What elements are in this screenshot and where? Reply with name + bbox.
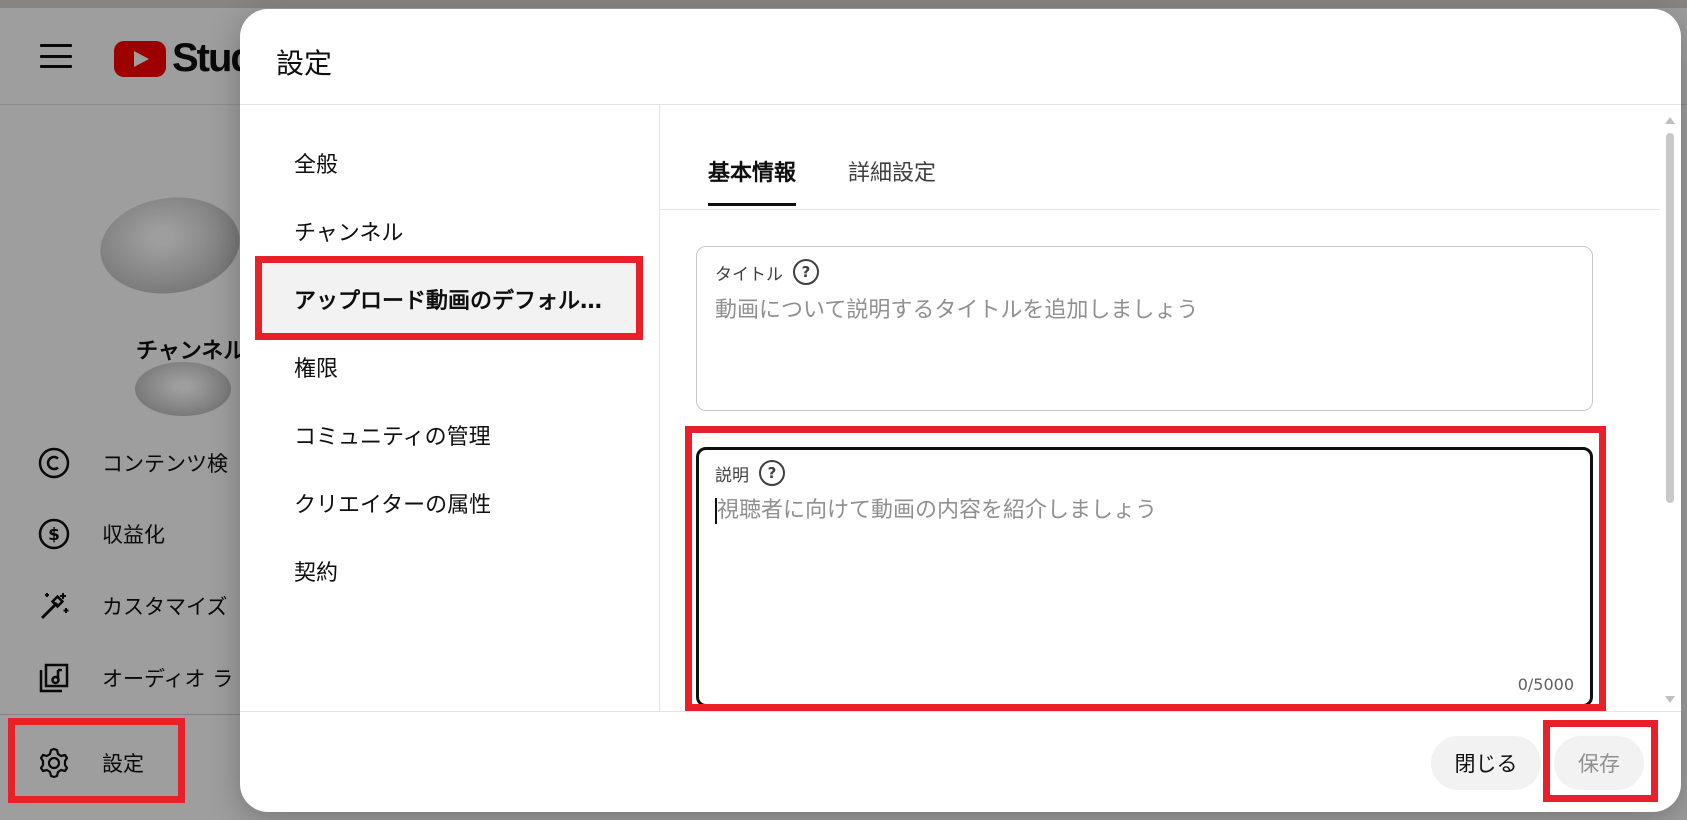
nav-item-community[interactable]: コミュニティの管理 <box>258 399 644 471</box>
nav-item-general[interactable]: 全般 <box>258 127 644 199</box>
nav-item-agreements[interactable]: 契約 <box>258 535 644 607</box>
settings-nav: 全般 チャンネル アップロード動画のデフォル… 権限 コミュニティの管理 クリエ… <box>240 105 660 711</box>
title-field-label: タイトル <box>715 264 783 285</box>
nav-item-channel[interactable]: チャンネル <box>258 195 644 267</box>
tab-bar: 基本情報 詳細設定 <box>660 105 1660 210</box>
settings-content: 基本情報 詳細設定 タイトル ? 動画について説明するタイトルを追加しましょう … <box>660 105 1660 711</box>
dialog-footer: 閉じる 保存 <box>240 711 1681 812</box>
help-icon[interactable]: ? <box>759 460 785 486</box>
scroll-up-arrow-icon[interactable] <box>1665 117 1675 124</box>
settings-dialog: 設定 全般 チャンネル アップロード動画のデフォル… 権限 コミュニティの管理 … <box>240 9 1681 812</box>
close-button[interactable]: 閉じる <box>1431 736 1541 790</box>
description-field-label-group: 説明 ? <box>715 460 785 486</box>
description-field-placeholder: 視聴者に向けて動画の内容を紹介しましょう <box>717 498 1158 523</box>
description-field-label: 説明 <box>715 465 749 486</box>
description-field-placeholder-row: 視聴者に向けて動画の内容を紹介しましょう <box>715 492 1157 524</box>
tab-advanced-settings[interactable]: 詳細設定 <box>848 155 936 203</box>
dialog-title: 設定 <box>276 47 333 80</box>
scroll-down-arrow-icon[interactable] <box>1665 696 1675 703</box>
tab-basic-info[interactable]: 基本情報 <box>708 155 797 206</box>
help-icon[interactable]: ? <box>793 259 819 285</box>
save-button[interactable]: 保存 <box>1554 736 1644 790</box>
scroll-thumb[interactable] <box>1666 133 1674 503</box>
title-field-placeholder: 動画について説明するタイトルを追加しましょう <box>715 298 1199 323</box>
title-field[interactable]: タイトル ? 動画について説明するタイトルを追加しましょう <box>696 246 1593 411</box>
description-field[interactable]: 説明 ? 視聴者に向けて動画の内容を紹介しましょう 0/5000 <box>696 447 1593 707</box>
nav-item-upload-defaults[interactable]: アップロード動画のデフォル… <box>258 263 644 335</box>
nav-item-permissions[interactable]: 権限 <box>258 331 644 403</box>
dialog-header: 設定 <box>240 9 1681 105</box>
character-counter: 0/5000 <box>1517 675 1574 694</box>
content-scrollbar[interactable] <box>1660 105 1680 711</box>
title-field-label-group: タイトル ? <box>715 259 819 285</box>
nav-item-creator-attributes[interactable]: クリエイターの属性 <box>258 467 644 539</box>
